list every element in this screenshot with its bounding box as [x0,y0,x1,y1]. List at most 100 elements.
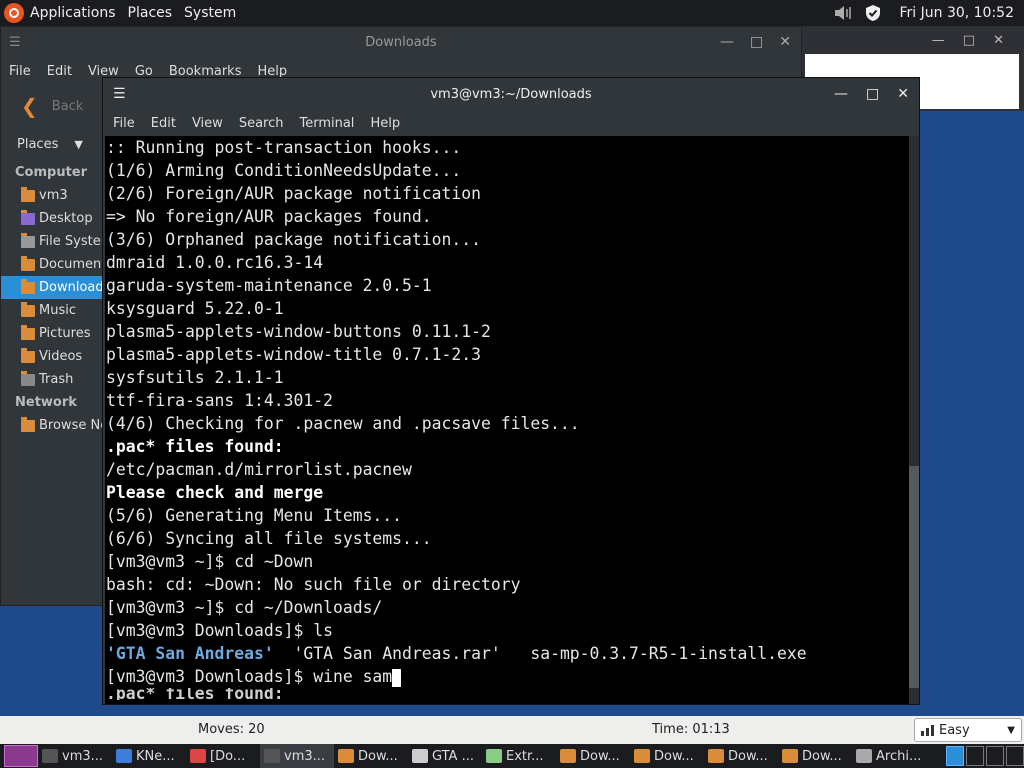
terminal-icon [264,749,280,763]
menu-edit[interactable]: Edit [47,64,72,79]
taskbar-item-label: KNe... [136,748,175,764]
terminal-line: plasma5-applets-window-title 0.7.1-2.3 [106,345,481,364]
taskbar-item[interactable]: KNe... [112,744,186,768]
text-cursor [392,668,402,687]
workspace-1[interactable] [946,746,964,766]
terminal-line: (4/6) Checking for .pacnew and .pacsave … [106,414,580,433]
back-button[interactable]: Back [52,99,84,114]
applications-menu[interactable]: Applications [30,5,116,21]
sidebar-item-label: Music [39,303,76,318]
terminal-line: plasma5-applets-window-buttons 0.11.1-2 [106,322,491,341]
menu-edit[interactable]: Edit [151,116,176,131]
taskbar-item[interactable]: Extr... [482,744,556,768]
terminal-line: (1/6) Arming ConditionNeedsUpdate... [106,161,462,180]
sidebar-item-downloads[interactable]: Downloads [1,276,111,299]
menu-search[interactable]: Search [239,116,284,131]
home-folder-icon [21,186,35,202]
signal-bars-icon [921,725,934,736]
ls-directory-entry: 'GTA San Andreas' [106,644,274,663]
desktop-folder-icon [21,209,35,225]
terminal-prompt-line[interactable]: [vm3@vm3 Downloads]$ wine sam [105,665,909,688]
chrome-icon [190,749,206,763]
menu-view[interactable]: View [192,116,223,131]
taskbar-item[interactable]: Dow... [334,744,408,768]
places-menu[interactable]: Places [128,5,173,21]
sidebar-item-trash[interactable]: Trash [1,368,111,391]
archive-manager-icon [856,749,872,763]
folder-icon [634,749,650,763]
difficulty-select[interactable]: Easy ▼ [914,718,1022,742]
menu-file[interactable]: File [113,116,135,131]
taskbar-item-label: Dow... [802,748,842,764]
sidebar-item-music[interactable]: Music [1,299,111,322]
terminal-window: ☰ vm3@vm3:~/Downloads — □ ✕ File Edit Vi… [102,77,920,705]
volume-icon[interactable] [833,4,853,22]
taskbar-item-label: Dow... [580,748,620,764]
documents-folder-icon [21,255,35,271]
ubuntu-logo-icon[interactable] [4,3,24,23]
sidebar-item-desktop[interactable]: Desktop [1,207,111,230]
file-manager-titlebar[interactable]: ☰ Downloads — □ ✕ [1,27,801,57]
menu-file[interactable]: File [9,64,31,79]
taskbar-item[interactable]: GTA ... [408,744,482,768]
taskbar-item[interactable]: Dow... [630,744,704,768]
taskbar-item[interactable]: [Do... [186,744,260,768]
minimize-icon[interactable]: — [834,86,848,102]
sidebar-item-pictures[interactable]: Pictures [1,322,111,345]
terminal-scrollbar[interactable] [909,136,919,704]
maximize-icon[interactable]: □ [866,86,879,102]
places-label: Places [17,136,59,152]
sidebar-item-vm3[interactable]: vm3 [1,184,111,207]
taskbar-item[interactable]: Archi... [852,744,926,768]
workspace-3[interactable] [986,746,1004,766]
terminal-line: /etc/pacman.d/mirrorlist.pacnew [106,460,412,479]
terminal-line: (5/6) Generating Menu Items... [106,506,403,525]
maximize-icon[interactable]: □ [750,34,763,50]
terminal-screen[interactable]: :: Running post-transaction hooks... (1/… [105,136,909,704]
minimize-icon[interactable]: — [932,33,945,48]
back-arrow-icon[interactable]: ❮ [21,94,38,118]
scrollbar-thumb[interactable] [909,466,919,688]
workspace-4[interactable] [1006,746,1024,766]
sidebar-item-file-system[interactable]: File System [1,230,111,253]
taskbar-item-label: Dow... [728,748,768,764]
time-counter: Time: 01:13 [652,722,730,737]
game-statusbar: Moves: 20 Time: 01:13 Easy ▼ [0,716,1024,744]
taskbar-item-label: Archi... [876,748,922,764]
workspace-2[interactable] [966,746,984,766]
terminal-title: vm3@vm3:~/Downloads [430,86,592,102]
folder-icon [782,749,798,763]
terminal-line: [vm3@vm3 Downloads]$ ls [106,621,333,640]
terminal-ghost-line: .pac* files found: [106,688,284,700]
clock[interactable]: Fri Jun 30, 10:52 [899,5,1014,21]
terminal-line: ksysguard 5.22.0-1 [106,299,284,318]
maximize-icon[interactable]: □ [963,33,975,48]
terminal-line: garuda-system-maintenance 2.0.5-1 [106,276,432,295]
sidebar-item-documents[interactable]: Documents [1,253,111,276]
taskbar-item[interactable]: vm3... [260,744,334,768]
terminal-icon [42,749,58,763]
menu-help[interactable]: Help [370,116,400,131]
menu-terminal[interactable]: Terminal [299,116,354,131]
network-icon [116,749,132,763]
system-menu[interactable]: System [184,5,236,21]
taskbar-item-label: vm3... [284,748,326,764]
sidebar-item-browse-network[interactable]: Browse Network [1,414,111,437]
shield-icon[interactable] [863,4,883,22]
sidebar-item-label: Desktop [39,211,93,226]
show-desktop-icon[interactable] [4,745,38,767]
sidebar-item-videos[interactable]: Videos [1,345,111,368]
taskbar-item[interactable]: vm3... [38,744,112,768]
close-icon[interactable]: ✕ [897,86,909,102]
terminal-line: (3/6) Orphaned package notification... [106,230,481,249]
taskbar-item[interactable]: Dow... [704,744,778,768]
taskbar-item[interactable]: Dow... [778,744,852,768]
minimize-icon[interactable]: — [720,34,734,50]
terminal-titlebar[interactable]: ☰ vm3@vm3:~/Downloads — □ ✕ [103,78,919,110]
close-icon[interactable]: ✕ [779,34,791,50]
close-icon[interactable]: ✕ [993,33,1004,48]
task-list: vm3... KNe... [Do... vm3... Dow... GTA ... Ext… [38,744,944,768]
sidebar-item-label: Pictures [39,326,91,341]
trash-icon [21,370,35,386]
taskbar-item[interactable]: Dow... [556,744,630,768]
